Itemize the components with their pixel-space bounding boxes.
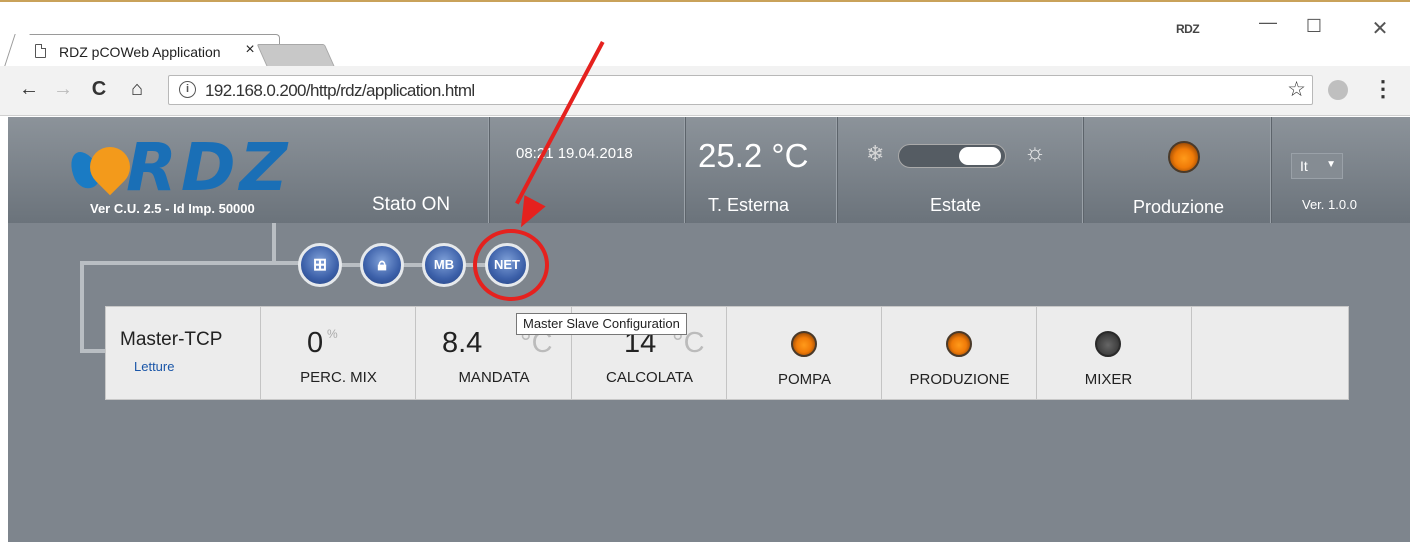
connector-line — [272, 223, 276, 263]
produzione-cell: PRODUZIONE — [882, 307, 1037, 399]
tab-title: RDZ pCOWeb Application — [59, 44, 221, 60]
perc-mix-value: 0 — [307, 327, 324, 359]
forward-button[interactable]: → — [52, 78, 74, 101]
chevron-down-icon: ▼ — [1326, 159, 1336, 170]
panel-name-cell: Master-TCP Letture — [106, 307, 261, 399]
info-icon[interactable]: i — [179, 81, 196, 98]
mixer-cell: MIXER — [1037, 307, 1192, 399]
header-divider — [1082, 117, 1083, 223]
reload-button[interactable]: C — [88, 78, 110, 101]
produzione-label: PRODUZIONE — [909, 371, 1010, 388]
extension-icon[interactable] — [1328, 80, 1348, 100]
season-toggle[interactable] — [898, 144, 1006, 168]
header-divider — [684, 117, 685, 223]
connector-line — [80, 261, 304, 265]
toggle-knob — [959, 147, 1001, 165]
logo-text: RDZ — [126, 129, 292, 206]
mandata-label: MANDATA — [458, 369, 530, 386]
language-value: It — [1300, 158, 1308, 174]
app-version: Ver. 1.0.0 — [1302, 197, 1357, 212]
sun-icon: ☼ — [1024, 139, 1046, 166]
mixer-label: MIXER — [1084, 371, 1133, 388]
header-divider — [836, 117, 837, 223]
profile-name[interactable]: RDZ — [1176, 22, 1200, 36]
url-text[interactable]: 192.168.0.200/http/rdz/application.html — [205, 81, 475, 101]
close-window-button[interactable]: ✕ — [1368, 16, 1392, 41]
application-area: RDZ Ver C.U. 2.5 - Id Imp. 50000 Stato O… — [8, 117, 1410, 542]
modbus-button[interactable]: MB — [422, 243, 466, 287]
mixer-led — [1095, 331, 1121, 357]
produzione-led — [946, 331, 972, 357]
production-label: Produzione — [1133, 197, 1225, 217]
status-text: Stato ON — [372, 194, 451, 215]
network-icon: ⊞ — [312, 255, 328, 274]
calcolata-label: CALCOLATA — [606, 369, 693, 386]
modbus-icon: MB — [433, 257, 455, 272]
browser-menu-icon[interactable]: ⋮ — [1372, 76, 1394, 102]
mandata-value: 8.4 — [442, 327, 483, 359]
production-led — [1168, 141, 1200, 173]
app-header: RDZ Ver C.U. 2.5 - Id Imp. 50000 Stato O… — [8, 117, 1410, 223]
tab-bar: RDZ pCOWeb Application × RDZ — ☐ ✕ — [0, 6, 1410, 68]
page-icon — [35, 44, 46, 58]
header-divider — [1270, 117, 1271, 223]
address-bar[interactable]: i 192.168.0.200/http/rdz/application.htm… — [168, 75, 1313, 105]
perc-mix-unit: % — [327, 327, 338, 341]
annotation-circle — [473, 229, 549, 301]
bookmark-star-icon[interactable]: ☆ — [1287, 77, 1306, 102]
tooltip: Master Slave Configuration — [516, 313, 687, 335]
back-button[interactable]: ← — [18, 78, 40, 101]
pompa-led — [791, 331, 817, 357]
language-select[interactable]: It ▼ — [1291, 153, 1343, 179]
rdz-logo: RDZ — [65, 129, 342, 206]
version-cu: Ver C.U. 2.5 - Id Imp. 50000 — [90, 201, 255, 216]
date-time: 08:21 19.04.2018 — [516, 145, 633, 162]
snowflake-icon: ❄ — [866, 141, 885, 166]
perc-mix-cell: 0 % PERC. MIX — [261, 307, 416, 399]
home-button[interactable]: ⌂ — [126, 78, 148, 101]
letture-link[interactable]: Letture — [134, 359, 174, 374]
pompa-label: POMPA — [777, 371, 832, 388]
master-panel: Master-TCP Letture 0 % PERC. MIX 8.4 °C … — [105, 306, 1349, 400]
pompa-cell: POMPA — [727, 307, 882, 399]
connector-line — [80, 349, 108, 353]
lock-icon: 🔒︎ — [377, 255, 387, 274]
window-top-border — [0, 0, 1410, 4]
browser-tab[interactable]: RDZ pCOWeb Application × — [18, 34, 280, 68]
outdoor-temperature: 25.2 °C — [698, 137, 809, 174]
minimize-button[interactable]: — — [1256, 12, 1280, 33]
perc-mix-label: PERC. MIX — [300, 369, 377, 386]
season-label: Estate — [930, 195, 982, 215]
browser-toolbar: ← → C ⌂ i 192.168.0.200/http/rdz/applica… — [0, 66, 1410, 116]
maximize-button[interactable]: ☐ — [1302, 16, 1326, 37]
outdoor-temperature-label: T. Esterna — [708, 195, 790, 215]
network-config-button[interactable]: ⊞ — [298, 243, 342, 287]
panel-name: Master-TCP — [120, 329, 223, 350]
lock-button[interactable]: 🔒︎ — [360, 243, 404, 287]
header-divider — [488, 117, 489, 223]
new-tab-button[interactable] — [256, 44, 336, 68]
connector-line — [80, 261, 84, 353]
